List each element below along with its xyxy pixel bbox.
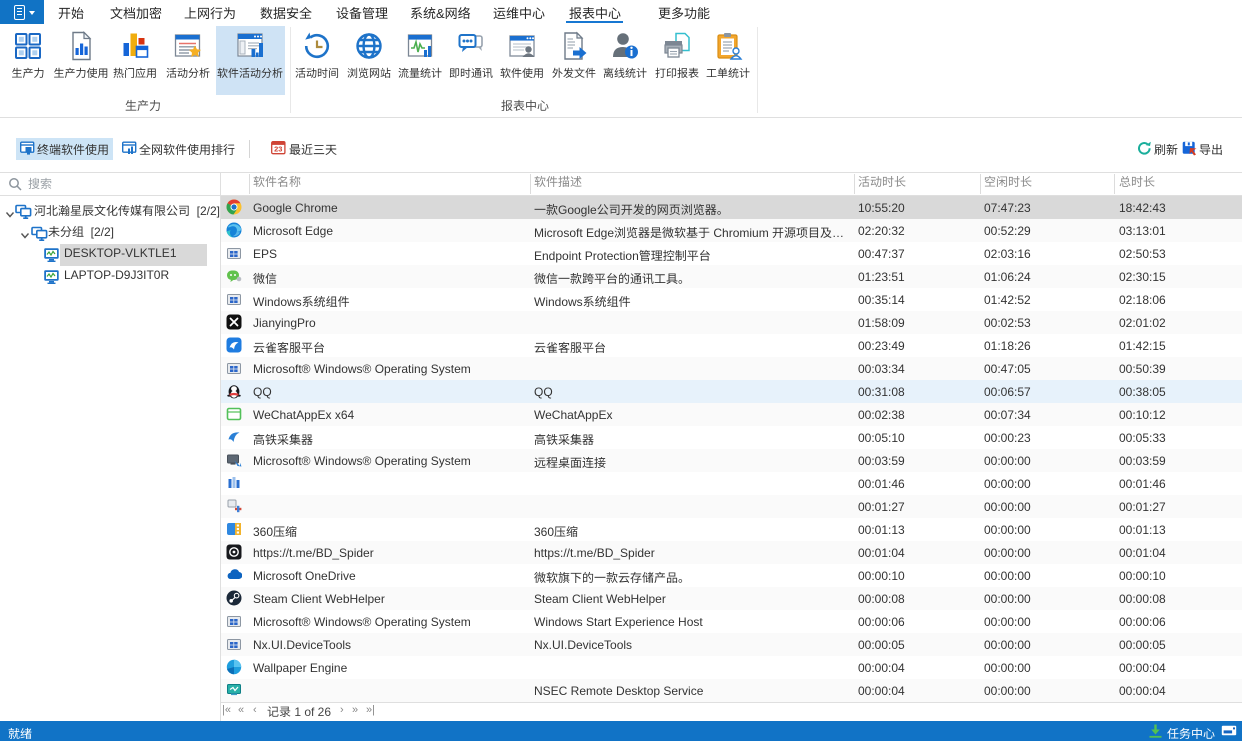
svg-text:23: 23 [274,145,282,154]
